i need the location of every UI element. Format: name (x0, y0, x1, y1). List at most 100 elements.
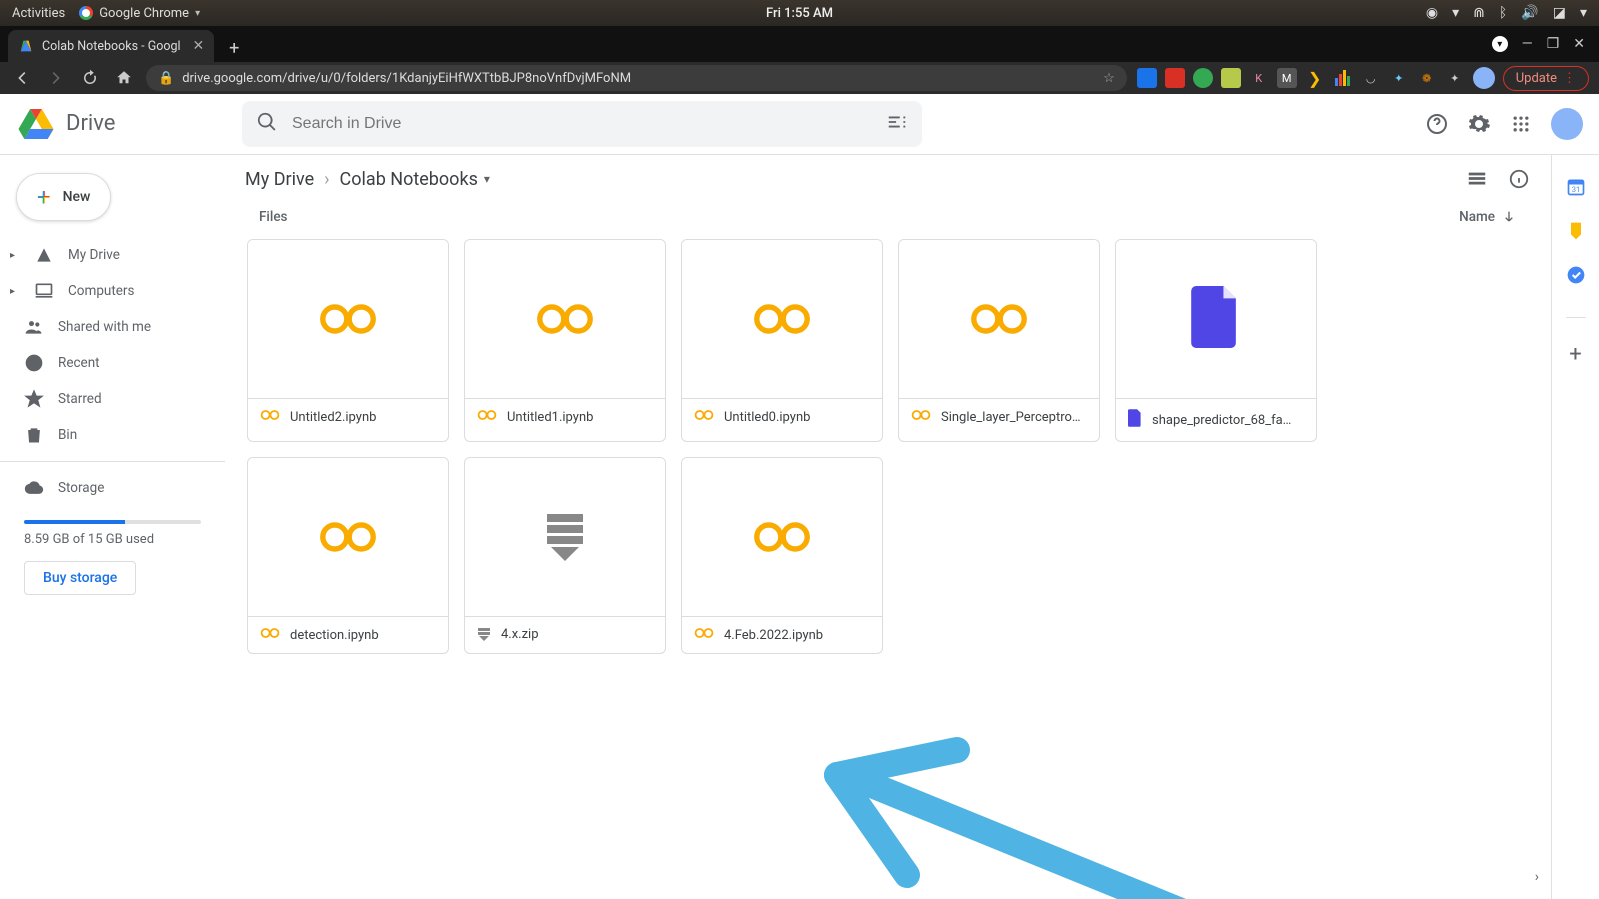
bluetooth-icon[interactable]: ᛒ (1499, 5, 1507, 21)
sort-button[interactable]: Name (1459, 209, 1517, 225)
breadcrumb-current[interactable]: Colab Notebooks ▾ (340, 169, 490, 190)
plus-icon: + (37, 183, 51, 211)
file-type-icon (694, 409, 714, 425)
new-tab-button[interactable]: + (220, 34, 248, 62)
expand-icon[interactable]: ▸ (10, 250, 20, 261)
browser-tab[interactable]: Colab Notebooks - Googl ✕ (8, 30, 214, 62)
browser-toolbar: 🔒 drive.google.com/drive/u/0/folders/1Kd… (0, 62, 1599, 94)
expand-icon[interactable]: ▸ (10, 286, 20, 297)
profile-avatar[interactable] (1473, 67, 1495, 89)
volume-icon[interactable]: 🔊 (1521, 5, 1538, 21)
sidebar-item-starred[interactable]: Starred (0, 381, 225, 417)
file-tile[interactable]: Untitled0.ipynb (681, 239, 883, 442)
drive-header: Drive (0, 94, 1599, 154)
pocket-icon[interactable]: ◡ (1361, 68, 1381, 88)
calendar-icon[interactable]: 31 (1566, 177, 1586, 197)
file-tile[interactable]: 4.x.zip (464, 457, 666, 654)
keep-icon[interactable] (1566, 221, 1586, 241)
add-addon-button[interactable]: + (1569, 342, 1581, 367)
downloads-indicator-icon[interactable]: ▾ (1492, 36, 1508, 52)
extension-icon[interactable] (1333, 68, 1353, 88)
nav-reload-button[interactable] (78, 66, 102, 90)
extension-icon[interactable]: ❁ (1417, 68, 1437, 88)
file-tile[interactable]: Single_layer_Perceptro… (898, 239, 1100, 442)
active-app-indicator[interactable]: Google Chrome ▾ (79, 6, 200, 21)
nav-back-button[interactable] (10, 66, 34, 90)
bookmark-star-icon[interactable]: ☆ (1103, 71, 1115, 86)
divider (1566, 317, 1586, 318)
extensions-puzzle-icon[interactable]: ✦ (1445, 68, 1465, 88)
file-thumbnail (248, 458, 448, 616)
file-name: 4.x.zip (501, 627, 539, 642)
clock[interactable]: Fri 1:55 AM (766, 6, 833, 21)
sidebar-item-computers[interactable]: ▸ Computers (0, 273, 225, 309)
wifi-icon[interactable]: ⋒ (1473, 5, 1485, 21)
window-minimize-button[interactable]: — (1522, 36, 1533, 52)
active-app-label: Google Chrome (99, 6, 189, 21)
extension-icon[interactable]: K (1249, 68, 1269, 88)
sidebar-item-my-drive[interactable]: ▸ My Drive (0, 237, 225, 273)
extension-icon[interactable]: M (1277, 68, 1297, 88)
drive-product-name: Drive (66, 111, 115, 136)
sidebar: + New ▸ My Drive ▸ Computers Shared with… (0, 155, 225, 899)
file-type-icon (260, 409, 280, 425)
sidebar-item-label: Bin (58, 427, 77, 443)
extension-icon[interactable] (1193, 68, 1213, 88)
side-panel-toggle[interactable]: › (1535, 869, 1539, 885)
breadcrumb-current-label: Colab Notebooks (340, 169, 478, 190)
sidebar-item-shared[interactable]: Shared with me (0, 309, 225, 345)
nav-home-button[interactable] (112, 66, 136, 90)
section-files-label: Files (259, 209, 288, 225)
list-view-toggle[interactable] (1465, 167, 1489, 191)
file-tile[interactable]: shape_predictor_68_fa… (1115, 239, 1317, 442)
help-icon[interactable] (1425, 112, 1449, 136)
window-close-button[interactable]: ✕ (1573, 36, 1585, 52)
file-tile[interactable]: detection.ipynb (247, 457, 449, 654)
sidebar-item-label: Recent (58, 355, 100, 371)
file-thumbnail (682, 240, 882, 398)
file-tile[interactable]: Untitled2.ipynb (247, 239, 449, 442)
sidebar-item-label: Computers (68, 283, 134, 299)
update-button[interactable]: Update⋮ (1503, 66, 1589, 91)
system-tray[interactable]: ◉▾ ⋒ ᛒ 🔊 ◪▾ (1426, 5, 1587, 21)
tasks-icon[interactable] (1566, 265, 1586, 285)
search-icon[interactable] (256, 111, 278, 137)
new-button-label: New (63, 189, 91, 205)
extension-icon[interactable]: ✦ (1389, 68, 1409, 88)
extension-icon[interactable] (1221, 68, 1241, 88)
address-bar[interactable]: 🔒 drive.google.com/drive/u/0/folders/1Kd… (146, 65, 1127, 91)
accessibility-icon[interactable]: ◉ (1426, 5, 1438, 21)
search-bar[interactable] (242, 101, 922, 147)
drive-logo[interactable]: Drive (16, 104, 226, 144)
search-options-icon[interactable] (886, 111, 908, 137)
file-tile[interactable]: 4.Feb.2022.ipynb (681, 457, 883, 654)
details-info-icon[interactable] (1507, 167, 1531, 191)
tab-close-button[interactable]: ✕ (193, 38, 205, 54)
apps-grid-icon[interactable] (1509, 112, 1533, 136)
extension-icon[interactable] (1137, 68, 1157, 88)
account-avatar[interactable] (1551, 108, 1583, 140)
buy-storage-button[interactable]: Buy storage (24, 561, 136, 595)
cloud-icon (24, 478, 44, 498)
breadcrumb-root[interactable]: My Drive (245, 169, 314, 190)
sidebar-item-bin[interactable]: Bin (0, 417, 225, 453)
file-grid: Untitled2.ipynb Untitled1.ipynb Untitled… (245, 239, 1531, 654)
arrow-down-icon (1501, 209, 1517, 225)
extension-icon[interactable]: ❯ (1305, 68, 1325, 88)
sidebar-item-recent[interactable]: Recent (0, 345, 225, 381)
file-name: shape_predictor_68_fa… (1152, 413, 1291, 428)
file-name: detection.ipynb (290, 628, 379, 643)
window-restore-button[interactable]: ❐ (1547, 36, 1560, 52)
nav-forward-button[interactable] (44, 66, 68, 90)
sidebar-item-storage[interactable]: Storage (0, 470, 225, 506)
new-button[interactable]: + New (16, 173, 111, 221)
file-thumbnail (248, 240, 448, 398)
file-tile[interactable]: Untitled1.ipynb (464, 239, 666, 442)
battery-icon[interactable]: ◪ (1553, 5, 1566, 21)
search-input[interactable] (292, 115, 872, 133)
extension-icon[interactable] (1165, 68, 1185, 88)
drive-icon (34, 245, 54, 265)
svg-text:31: 31 (1571, 185, 1579, 194)
settings-gear-icon[interactable] (1467, 112, 1491, 136)
activities-button[interactable]: Activities (12, 6, 65, 21)
